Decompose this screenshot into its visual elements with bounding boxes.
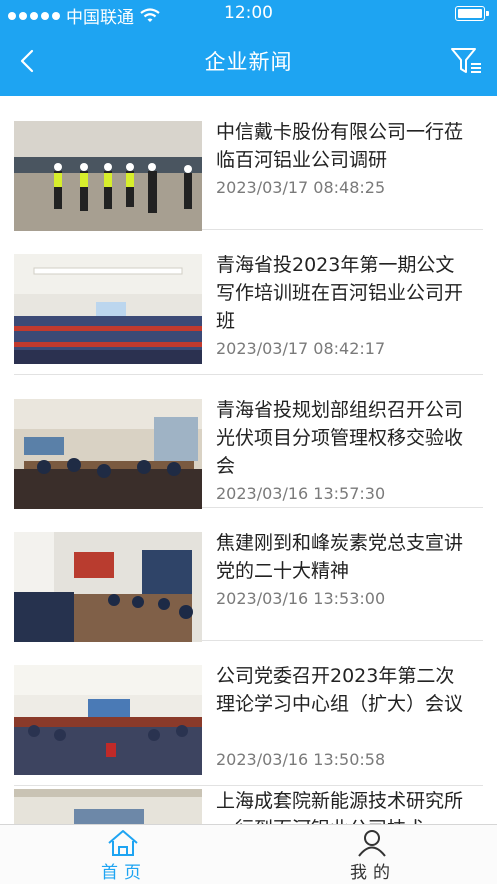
news-item[interactable]: 公司党委召开2023年第二次理论学习中心组（扩大）会议 2023/03/16 1… (14, 640, 483, 786)
tab-home[interactable]: 首页 (0, 825, 248, 884)
news-thumbnail (14, 532, 202, 642)
news-title: 公司党委召开2023年第二次理论学习中心组（扩大）会议 (216, 665, 464, 715)
tab-bar: 首页 我的 (0, 824, 497, 884)
battery-icon (455, 6, 489, 21)
news-date: 2023/03/17 08:42:17 (216, 339, 386, 358)
news-item[interactable]: 焦建刚到和峰炭素党总支宣讲党的二十大精神 2023/03/16 13:53:00 (14, 507, 483, 642)
nav-bar: 企业新闻 (0, 26, 497, 96)
news-title: 焦建刚到和峰炭素党总支宣讲党的二十大精神 (216, 532, 464, 582)
news-thumbnail (14, 254, 202, 364)
news-date: 2023/03/16 13:53:00 (216, 589, 386, 608)
page-title: 企业新闻 (204, 50, 293, 74)
tab-home-label: 首页 (101, 863, 147, 883)
news-list: 中信戴卡股份有限公司一行莅临百河铝业公司调研 2023/03/17 08:48:… (0, 96, 497, 824)
news-thumbnail (14, 399, 202, 509)
news-title: 青海省投规划部组织召开公司光伏项目分项管理权移交验收会 (216, 399, 464, 477)
news-thumbnail (14, 665, 202, 775)
home-icon (108, 830, 138, 856)
person-icon (358, 830, 386, 857)
status-bar: 中国联通 12:00 (0, 0, 497, 28)
news-date: 2023/03/16 13:57:30 (216, 484, 386, 503)
news-item[interactable]: 上海成套院新能源技术研究所一行到百河铝业公司技术 (14, 785, 483, 824)
news-thumbnail (14, 121, 202, 231)
filter-icon[interactable] (449, 44, 483, 78)
news-thumbnail (14, 789, 202, 824)
tab-mine-label: 我的 (350, 863, 396, 883)
news-title: 中信戴卡股份有限公司一行莅临百河铝业公司调研 (216, 121, 464, 171)
news-item[interactable]: 青海省投2023年第一期公文写作培训班在百河铝业公司开班 2023/03/17 … (14, 229, 483, 375)
news-title: 青海省投2023年第一期公文写作培训班在百河铝业公司开班 (216, 254, 464, 332)
tab-mine[interactable]: 我的 (249, 825, 497, 884)
news-date: 2023/03/17 08:48:25 (216, 178, 386, 197)
status-time: 12:00 (224, 3, 273, 23)
news-title: 上海成套院新能源技术研究所一行到百河铝业公司技术 (216, 790, 464, 824)
news-item[interactable]: 青海省投规划部组织召开公司光伏项目分项管理权移交验收会 2023/03/16 1… (14, 374, 483, 509)
news-item[interactable]: 中信戴卡股份有限公司一行莅临百河铝业公司调研 2023/03/17 08:48:… (14, 96, 483, 231)
news-date: 2023/03/16 13:50:58 (216, 750, 386, 769)
